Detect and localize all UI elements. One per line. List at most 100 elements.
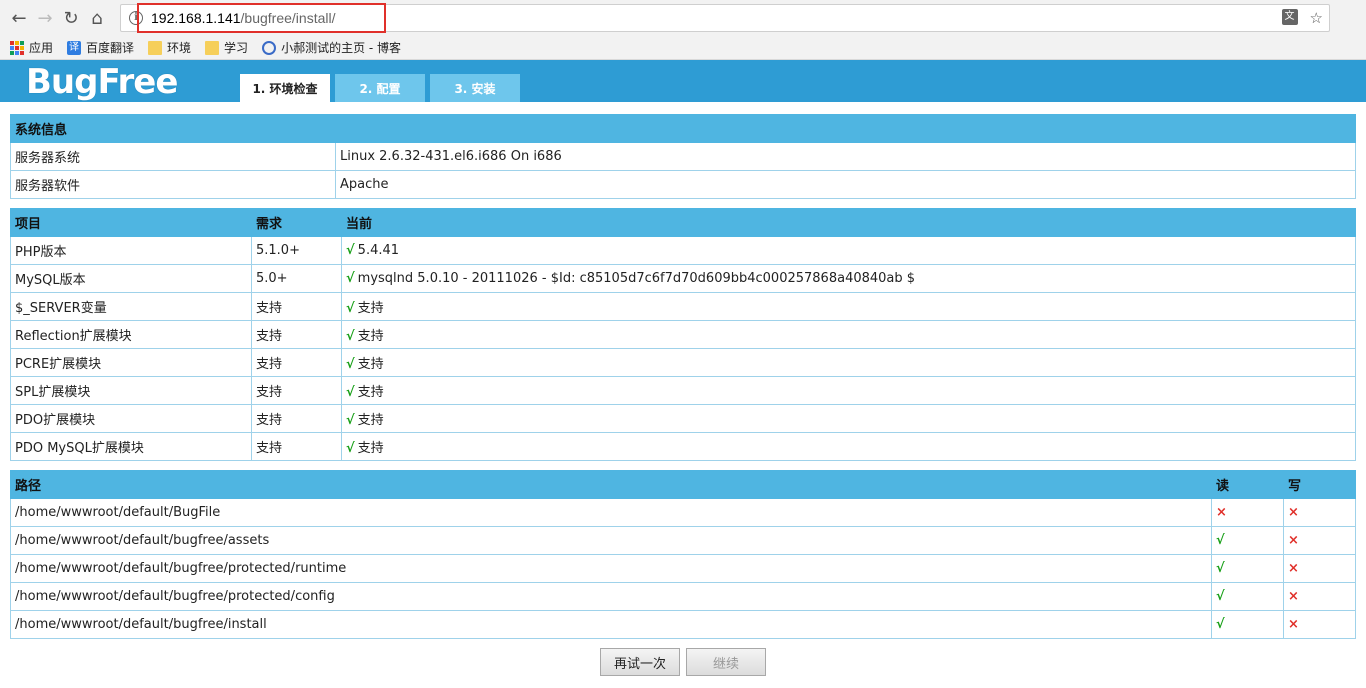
check-icon: √ bbox=[346, 271, 355, 286]
retry-button[interactable]: 再试一次 bbox=[600, 648, 680, 676]
req-current-value: 支持 bbox=[357, 413, 384, 428]
bookmark-apps[interactable]: 应用 bbox=[10, 39, 53, 56]
bookmark-baidu-translate[interactable]: 译 百度翻译 bbox=[67, 39, 134, 56]
req-current-value: 支持 bbox=[357, 301, 384, 316]
bugfree-logo: BugFree bbox=[26, 62, 178, 102]
req-item: PHP版本 bbox=[10, 236, 252, 265]
table-row: SPL扩展模块 支持 √ 支持 bbox=[10, 376, 1356, 405]
address-bar[interactable]: i 192.168.1.141/bugfree/install/ 文 ☆ bbox=[120, 3, 1330, 33]
translate-bookmark-icon: 译 bbox=[67, 40, 82, 55]
check-icon: √ bbox=[346, 329, 355, 344]
table-row: $_SERVER变量 支持 √ 支持 bbox=[10, 292, 1356, 321]
req-need: 支持 bbox=[251, 376, 342, 405]
check-icon: √ bbox=[346, 357, 355, 372]
req-need: 支持 bbox=[251, 404, 342, 433]
read-status: √ bbox=[1211, 554, 1284, 583]
apps-icon bbox=[10, 40, 24, 55]
cross-icon: × bbox=[1288, 533, 1299, 548]
star-icon[interactable]: ☆ bbox=[1310, 9, 1323, 27]
path-value: /home/wwwroot/default/bugfree/protected/… bbox=[10, 554, 1212, 583]
read-status: √ bbox=[1211, 610, 1284, 639]
req-need: 支持 bbox=[251, 432, 342, 461]
req-item: MySQL版本 bbox=[10, 264, 252, 293]
req-current: √ 支持 bbox=[341, 348, 1356, 377]
bookmark-label: 应用 bbox=[29, 41, 54, 55]
write-status: × bbox=[1283, 498, 1356, 527]
main-content: 系统信息 服务器系统 Linux 2.6.32-431.el6.i686 On … bbox=[0, 102, 1366, 676]
bookmark-folder-study[interactable]: 学习 bbox=[205, 39, 248, 56]
req-current-value: 支持 bbox=[357, 385, 384, 400]
tab-config[interactable]: 2. 配置 bbox=[335, 74, 425, 102]
tab-install[interactable]: 3. 安装 bbox=[430, 74, 520, 102]
cross-icon: × bbox=[1216, 505, 1227, 520]
url-highlight-box bbox=[137, 3, 386, 33]
req-current: √ 支持 bbox=[341, 320, 1356, 349]
req-item: PDO扩展模块 bbox=[10, 404, 252, 433]
table-row: /home/wwwroot/default/bugfree/assets √ × bbox=[10, 526, 1356, 555]
req-current-value: 支持 bbox=[357, 441, 384, 456]
install-steps: 1. 环境检查 2. 配置 3. 安装 bbox=[240, 74, 520, 102]
path-value: /home/wwwroot/default/bugfree/install bbox=[10, 610, 1212, 639]
write-status: × bbox=[1283, 554, 1356, 583]
cross-icon: × bbox=[1288, 505, 1299, 520]
bookmark-label: 百度翻译 bbox=[86, 41, 135, 55]
system-info-value: Apache bbox=[335, 170, 1356, 199]
browser-toolbar: ← → ↻ ⌂ i 192.168.1.141/bugfree/install/… bbox=[0, 0, 1366, 36]
blog-icon bbox=[262, 40, 277, 55]
req-current-value: mysqlnd 5.0.10 - 20111026 - $Id: c85105d… bbox=[357, 271, 916, 286]
req-need: 5.1.0+ bbox=[251, 236, 342, 265]
bookmark-blog[interactable]: 小郝测试的主页 - 博客 bbox=[262, 39, 401, 56]
check-icon: √ bbox=[346, 301, 355, 316]
req-item: $_SERVER变量 bbox=[10, 292, 252, 321]
col-header-path: 路径 bbox=[10, 470, 1212, 499]
req-need: 支持 bbox=[251, 292, 342, 321]
check-icon: √ bbox=[346, 243, 355, 258]
read-status: √ bbox=[1211, 582, 1284, 611]
table-row: /home/wwwroot/default/bugfree/protected/… bbox=[10, 582, 1356, 611]
req-need: 支持 bbox=[251, 348, 342, 377]
folder-icon bbox=[205, 40, 220, 55]
bookmark-label: 学习 bbox=[224, 41, 249, 55]
write-status: × bbox=[1283, 526, 1356, 555]
path-value: /home/wwwroot/default/BugFile bbox=[10, 498, 1212, 527]
col-header-current: 当前 bbox=[341, 208, 1356, 237]
folder-icon bbox=[148, 40, 163, 55]
path-value: /home/wwwroot/default/bugfree/assets bbox=[10, 526, 1212, 555]
app-header: BugFree 1. 环境检查 2. 配置 3. 安装 bbox=[0, 60, 1366, 102]
col-header-item: 项目 bbox=[10, 208, 252, 237]
table-row: /home/wwwroot/default/bugfree/install √ … bbox=[10, 610, 1356, 639]
req-current-value: 支持 bbox=[357, 329, 384, 344]
read-status: × bbox=[1211, 498, 1284, 527]
tab-env-check[interactable]: 1. 环境检查 bbox=[240, 74, 330, 102]
req-item: SPL扩展模块 bbox=[10, 376, 252, 405]
system-info-label: 服务器软件 bbox=[10, 170, 336, 199]
home-icon[interactable]: ⌂ bbox=[84, 5, 110, 31]
req-current: √ 支持 bbox=[341, 292, 1356, 321]
back-icon[interactable]: ← bbox=[6, 5, 32, 31]
req-current-value: 支持 bbox=[357, 357, 384, 372]
check-icon: √ bbox=[1216, 589, 1225, 604]
col-header-write: 写 bbox=[1283, 470, 1356, 499]
check-icon: √ bbox=[1216, 561, 1225, 576]
req-current: √ mysqlnd 5.0.10 - 20111026 - $Id: c85105… bbox=[341, 264, 1356, 293]
cross-icon: × bbox=[1288, 617, 1299, 632]
table-row: Reflection扩展模块 支持 √ 支持 bbox=[10, 320, 1356, 349]
req-current-value: 5.4.41 bbox=[357, 243, 400, 258]
check-icon: √ bbox=[346, 413, 355, 428]
system-info-label: 服务器系统 bbox=[10, 142, 336, 171]
forward-icon[interactable]: → bbox=[32, 5, 58, 31]
req-current: √ 5.4.41 bbox=[341, 236, 1356, 265]
bookmark-folder-env[interactable]: 环境 bbox=[148, 39, 191, 56]
system-info-header: 系统信息 bbox=[10, 114, 1356, 143]
continue-button[interactable]: 继续 bbox=[686, 648, 766, 676]
action-buttons: 再试一次 继续 bbox=[10, 648, 1356, 676]
translate-icon[interactable]: 文 bbox=[1281, 9, 1298, 25]
bookmarks-bar: 应用 译 百度翻译 环境 学习 小郝测试的主页 - 博客 bbox=[0, 36, 1366, 60]
system-info-table: 系统信息 服务器系统 Linux 2.6.32-431.el6.i686 On … bbox=[10, 114, 1356, 199]
req-current: √ 支持 bbox=[341, 404, 1356, 433]
req-item: Reflection扩展模块 bbox=[10, 320, 252, 349]
reload-icon[interactable]: ↻ bbox=[58, 5, 84, 31]
bookmark-label: 小郝测试的主页 - 博客 bbox=[281, 41, 402, 55]
req-item: PDO MySQL扩展模块 bbox=[10, 432, 252, 461]
col-header-need: 需求 bbox=[251, 208, 342, 237]
